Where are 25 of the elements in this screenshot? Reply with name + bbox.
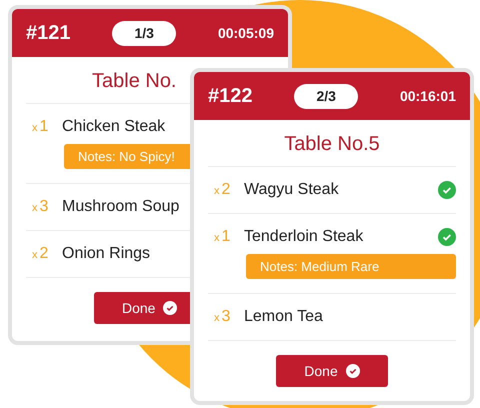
dish-name: Wagyu Steak — [244, 181, 340, 199]
notes-tag: Notes: Medium Rare — [246, 254, 456, 279]
quantity: x 1 — [214, 228, 232, 246]
order-number: #122 — [208, 84, 252, 108]
elapsed-time: 00:16:01 — [400, 88, 456, 104]
order-number: #121 — [26, 22, 70, 44]
dish-name: Onion Rings — [62, 245, 152, 263]
quantity: x 2 — [214, 181, 232, 199]
elapsed-time: 00:05:09 — [218, 25, 274, 41]
check-icon — [346, 364, 360, 378]
quantity: x 3 — [32, 198, 50, 216]
dish-name: Lemon Tea — [244, 308, 324, 326]
table-title: Table No. — [92, 70, 176, 93]
done-button[interactable]: Done — [94, 292, 190, 324]
page-counter: 1/3 — [112, 20, 176, 46]
quantity: x 3 — [214, 308, 232, 326]
quantity: x 2 — [32, 245, 50, 263]
dish-name: Chicken Steak — [62, 118, 166, 136]
dish-name: Tenderloin Steak — [244, 228, 364, 246]
done-button[interactable]: Done — [276, 355, 388, 387]
table-title: Table No.5 — [284, 133, 380, 156]
quantity: x 1 — [32, 118, 50, 136]
dish-name: Mushroom Soup — [62, 198, 180, 216]
page-counter: 2/3 — [294, 84, 358, 108]
check-icon — [163, 301, 178, 315]
